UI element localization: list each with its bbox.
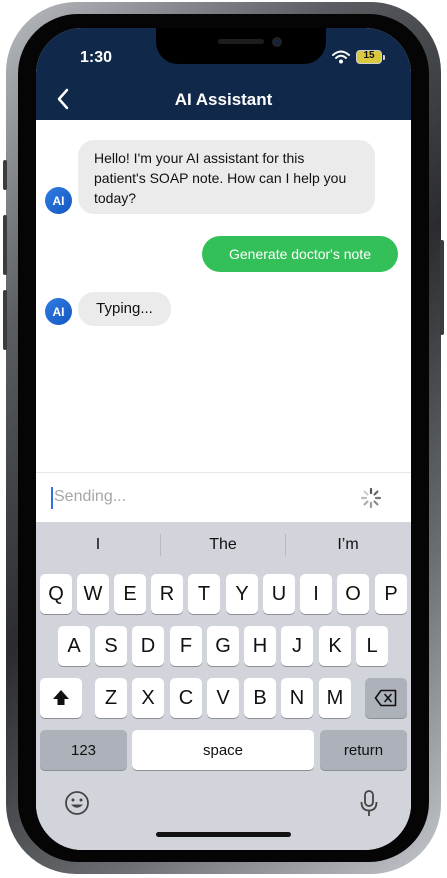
user-message-bubble: Generate doctor's note: [202, 236, 398, 272]
text-cursor: [51, 487, 53, 509]
ai-message-bubble: Hello! I'm your AI assistant for this pa…: [78, 140, 375, 214]
message-line: today?: [94, 190, 137, 206]
shift-key[interactable]: [40, 678, 82, 718]
key-a[interactable]: A: [58, 626, 90, 666]
notch: [156, 28, 326, 64]
power-button: [440, 240, 444, 335]
delete-key[interactable]: [365, 678, 407, 718]
wifi-icon: [332, 50, 350, 64]
key-n[interactable]: N: [281, 678, 313, 718]
key-z[interactable]: Z: [95, 678, 127, 718]
chat-area: AI Hello! I'm your AI assistant for this…: [36, 120, 411, 472]
emoji-icon[interactable]: [64, 790, 90, 816]
space-key[interactable]: space: [132, 730, 314, 770]
home-indicator[interactable]: [156, 832, 291, 837]
battery-icon: 15: [356, 50, 382, 64]
key-b[interactable]: B: [244, 678, 276, 718]
volume-down-button: [3, 290, 7, 350]
key-k[interactable]: K: [319, 626, 351, 666]
ai-avatar: AI: [45, 298, 72, 325]
key-j[interactable]: J: [281, 626, 313, 666]
ai-avatar: AI: [45, 187, 72, 214]
key-w[interactable]: W: [77, 574, 109, 614]
key-o[interactable]: O: [337, 574, 369, 614]
key-q[interactable]: Q: [40, 574, 72, 614]
message-input-bar[interactable]: Sending...: [36, 472, 411, 522]
microphone-icon[interactable]: [360, 790, 378, 818]
key-v[interactable]: V: [207, 678, 239, 718]
key-f[interactable]: F: [170, 626, 202, 666]
suggestion-2[interactable]: The: [161, 528, 285, 562]
battery-level: 15: [363, 50, 375, 61]
numbers-key[interactable]: 123: [40, 730, 127, 770]
typing-text: Typing...: [96, 300, 153, 317]
suggestion-3[interactable]: I’m: [286, 528, 410, 562]
speaker-grille: [218, 39, 264, 44]
user-message-text: Generate doctor's note: [229, 246, 371, 262]
page-title: AI Assistant: [174, 90, 273, 109]
message-line: patient's SOAP note. How can I help you: [94, 170, 347, 186]
key-h[interactable]: H: [244, 626, 276, 666]
message-input[interactable]: Sending...: [54, 488, 126, 506]
key-r[interactable]: R: [151, 574, 183, 614]
backspace-icon: [374, 689, 397, 707]
key-m[interactable]: M: [319, 678, 351, 718]
key-d[interactable]: D: [132, 626, 164, 666]
key-e[interactable]: E: [114, 574, 146, 614]
status-time: 1:30: [80, 49, 113, 66]
return-key[interactable]: return: [320, 730, 407, 770]
key-g[interactable]: G: [207, 626, 239, 666]
key-l[interactable]: L: [356, 626, 388, 666]
front-camera: [272, 37, 282, 47]
key-i[interactable]: I: [300, 574, 332, 614]
keyboard: I The I’m Q W E R T Y U I O P A S D F G …: [36, 522, 411, 850]
shift-icon: [53, 690, 69, 705]
key-y[interactable]: Y: [226, 574, 258, 614]
mute-switch: [3, 160, 7, 190]
suggestion-1[interactable]: I: [36, 528, 160, 562]
typing-indicator-bubble: Typing...: [78, 292, 171, 326]
key-s[interactable]: S: [95, 626, 127, 666]
battery-tip: [383, 55, 385, 60]
key-p[interactable]: P: [375, 574, 407, 614]
volume-up-button: [3, 215, 7, 275]
screen: 1:30 15 AI Assistant AI Hello! I'm your …: [36, 28, 411, 850]
key-x[interactable]: X: [132, 678, 164, 718]
loading-spinner-icon: [360, 487, 382, 509]
message-line: Hello! I'm your AI assistant for this: [94, 150, 305, 166]
key-u[interactable]: U: [263, 574, 295, 614]
key-c[interactable]: C: [170, 678, 202, 718]
header-bar: 1:30 15 AI Assistant: [36, 28, 411, 120]
key-t[interactable]: T: [188, 574, 220, 614]
